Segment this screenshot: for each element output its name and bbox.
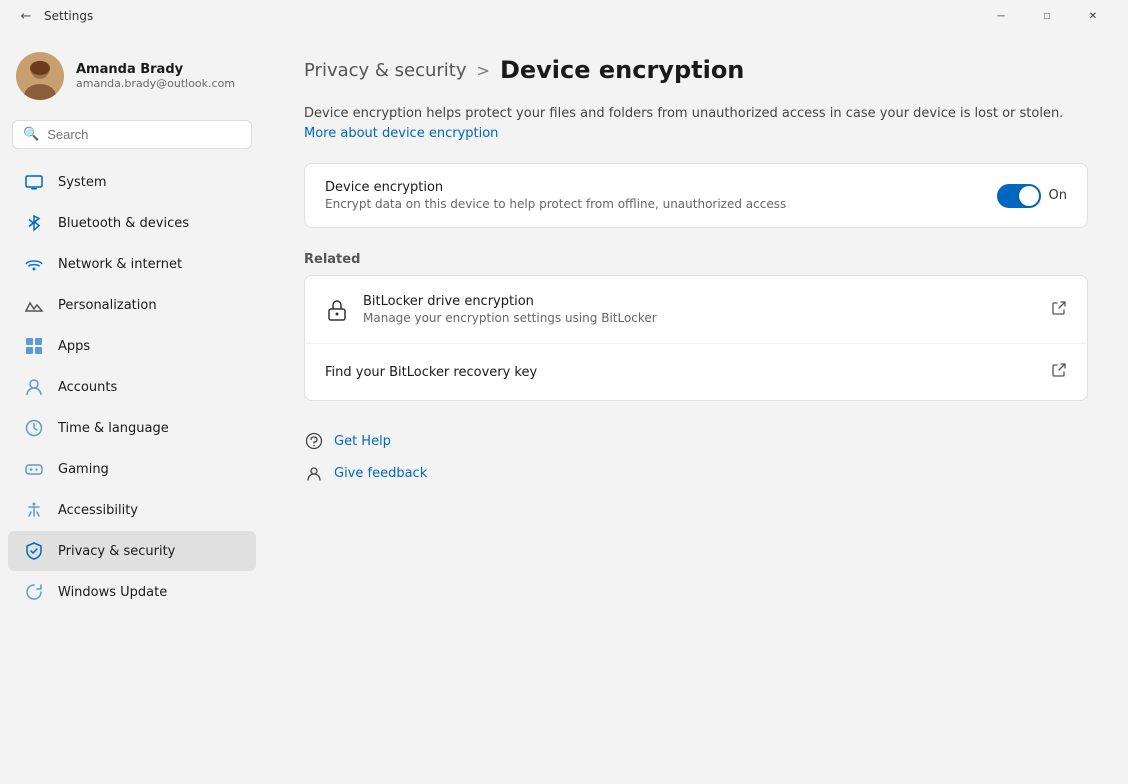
user-email: amanda.brady@outlook.com bbox=[76, 77, 235, 90]
sidebar-item-bluetooth-label: Bluetooth & devices bbox=[58, 216, 189, 231]
sidebar-item-update[interactable]: Windows Update bbox=[8, 572, 256, 612]
back-button[interactable]: ← bbox=[12, 2, 40, 30]
personalization-icon bbox=[24, 295, 44, 315]
titlebar: ← Settings ─ □ ✕ bbox=[0, 0, 1128, 32]
sidebar-item-time[interactable]: Time & language bbox=[8, 408, 256, 448]
sidebar-item-accessibility[interactable]: Accessibility bbox=[8, 490, 256, 530]
system-icon bbox=[24, 172, 44, 192]
window-controls: ─ □ ✕ bbox=[978, 0, 1116, 32]
device-encryption-toggle[interactable] bbox=[997, 184, 1041, 208]
sidebar-item-accessibility-label: Accessibility bbox=[58, 503, 138, 518]
sidebar-item-bluetooth[interactable]: Bluetooth & devices bbox=[8, 203, 256, 243]
sidebar-item-time-label: Time & language bbox=[58, 421, 169, 436]
bitlocker-subtitle: Manage your encryption settings using Bi… bbox=[363, 311, 1037, 325]
related-card: BitLocker drive encryption Manage your e… bbox=[304, 275, 1088, 401]
sidebar-item-accounts[interactable]: Accounts bbox=[8, 367, 256, 407]
recovery-key-label: Find your BitLocker recovery key bbox=[325, 365, 1037, 380]
give-feedback-icon bbox=[304, 463, 324, 483]
sidebar-item-gaming-label: Gaming bbox=[58, 462, 109, 477]
bitlocker-row[interactable]: BitLocker drive encryption Manage your e… bbox=[305, 276, 1087, 343]
sidebar-item-apps-label: Apps bbox=[58, 339, 90, 354]
update-icon bbox=[24, 582, 44, 602]
search-input[interactable] bbox=[47, 127, 241, 142]
sidebar-item-system-label: System bbox=[58, 175, 106, 190]
sidebar-item-apps[interactable]: Apps bbox=[8, 326, 256, 366]
nav-list: System Bluetooth & devices Network & int… bbox=[0, 161, 264, 613]
toggle-knob bbox=[1019, 186, 1039, 206]
recovery-key-row[interactable]: Find your BitLocker recovery key bbox=[305, 343, 1087, 400]
toggle-label: On bbox=[1049, 188, 1067, 203]
give-feedback-label: Give feedback bbox=[334, 466, 427, 481]
app-body: Amanda Brady amanda.brady@outlook.com 🔍 … bbox=[0, 32, 1128, 784]
user-info: Amanda Brady amanda.brady@outlook.com bbox=[76, 62, 235, 90]
network-icon bbox=[24, 254, 44, 274]
time-icon bbox=[24, 418, 44, 438]
sidebar-item-network-label: Network & internet bbox=[58, 257, 182, 272]
breadcrumb: Privacy & security > Device encryption bbox=[304, 56, 1088, 84]
encryption-toggle-group: On bbox=[997, 184, 1067, 208]
accessibility-icon bbox=[24, 500, 44, 520]
device-encryption-text: Device encryption Encrypt data on this d… bbox=[325, 180, 981, 211]
get-help-link[interactable]: Get Help bbox=[304, 429, 1088, 453]
recovery-external-link-icon bbox=[1051, 362, 1067, 382]
get-help-icon bbox=[304, 431, 324, 451]
apps-icon bbox=[24, 336, 44, 356]
privacy-icon bbox=[24, 541, 44, 561]
accounts-icon bbox=[24, 377, 44, 397]
bitlocker-title: BitLocker drive encryption bbox=[363, 294, 1037, 309]
close-button[interactable]: ✕ bbox=[1070, 0, 1116, 32]
maximize-button[interactable]: □ bbox=[1024, 0, 1070, 32]
user-profile[interactable]: Amanda Brady amanda.brady@outlook.com bbox=[0, 32, 264, 116]
search-box[interactable]: 🔍 bbox=[12, 120, 252, 149]
sidebar-item-system[interactable]: System bbox=[8, 162, 256, 202]
avatar bbox=[16, 52, 64, 100]
search-icon: 🔍 bbox=[23, 127, 39, 142]
breadcrumb-current: Device encryption bbox=[500, 56, 744, 84]
bluetooth-icon bbox=[24, 213, 44, 233]
sidebar-item-accounts-label: Accounts bbox=[58, 380, 117, 395]
breadcrumb-separator: > bbox=[477, 61, 490, 80]
bitlocker-icon bbox=[325, 298, 349, 322]
main-content: Privacy & security > Device encryption D… bbox=[264, 32, 1128, 784]
device-encryption-row: Device encryption Encrypt data on this d… bbox=[305, 164, 1087, 227]
gaming-icon bbox=[24, 459, 44, 479]
sidebar: Amanda Brady amanda.brady@outlook.com 🔍 … bbox=[0, 32, 264, 784]
avatar-image bbox=[16, 52, 64, 100]
titlebar-title: Settings bbox=[40, 9, 978, 23]
breadcrumb-parent[interactable]: Privacy & security bbox=[304, 60, 467, 81]
description-link[interactable]: More about device encryption bbox=[304, 126, 498, 141]
minimize-button[interactable]: ─ bbox=[978, 0, 1024, 32]
bitlocker-text: BitLocker drive encryption Manage your e… bbox=[363, 294, 1037, 325]
sidebar-item-gaming[interactable]: Gaming bbox=[8, 449, 256, 489]
device-encryption-title: Device encryption bbox=[325, 180, 981, 195]
support-section: Get Help Give feedback bbox=[304, 429, 1088, 485]
sidebar-item-privacy[interactable]: Privacy & security bbox=[8, 531, 256, 571]
sidebar-item-personalization[interactable]: Personalization bbox=[8, 285, 256, 325]
device-encryption-card: Device encryption Encrypt data on this d… bbox=[304, 163, 1088, 228]
user-name: Amanda Brady bbox=[76, 62, 235, 77]
give-feedback-link[interactable]: Give feedback bbox=[304, 461, 1088, 485]
sidebar-item-update-label: Windows Update bbox=[58, 585, 167, 600]
device-encryption-subtitle: Encrypt data on this device to help prot… bbox=[325, 197, 981, 211]
sidebar-item-privacy-label: Privacy & security bbox=[58, 544, 175, 559]
get-help-label: Get Help bbox=[334, 434, 391, 449]
sidebar-item-network[interactable]: Network & internet bbox=[8, 244, 256, 284]
related-section-title: Related bbox=[304, 252, 1088, 267]
external-link-icon bbox=[1051, 300, 1067, 320]
page-description: Device encryption helps protect your fil… bbox=[304, 104, 1064, 143]
sidebar-item-personalization-label: Personalization bbox=[58, 298, 157, 313]
